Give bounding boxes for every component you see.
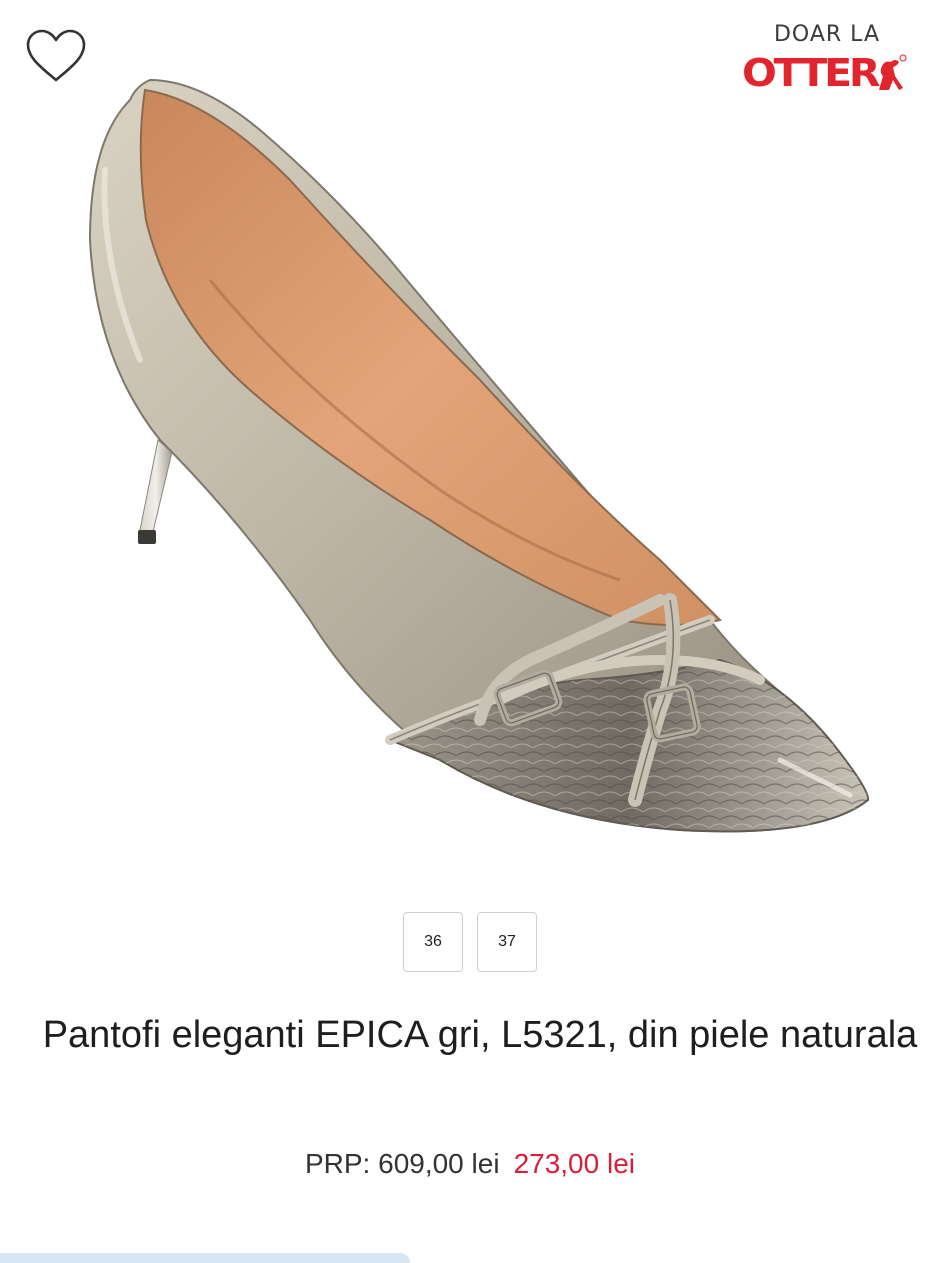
product-title[interactable]: Pantofi eleganti EPICA gri, L5321, din p… bbox=[20, 1008, 940, 1062]
size-option-36[interactable]: 36 bbox=[403, 912, 463, 972]
brand-tagline: DOAR LA bbox=[773, 22, 880, 47]
product-image[interactable] bbox=[60, 60, 910, 880]
price-rrp: PRP: 609,00 lei bbox=[304, 1148, 500, 1179]
product-card[interactable]: DOAR LA OTTER 36 37 Pantofi eleganti EPI… bbox=[0, 0, 940, 1263]
size-list: 36 37 bbox=[0, 912, 940, 972]
size-option-37[interactable]: 37 bbox=[477, 912, 537, 972]
bottom-strip bbox=[0, 1253, 410, 1263]
price-sale: 273,00 lei bbox=[513, 1148, 635, 1179]
price-row: PRP: 609,00 lei 273,00 lei bbox=[0, 1148, 940, 1180]
